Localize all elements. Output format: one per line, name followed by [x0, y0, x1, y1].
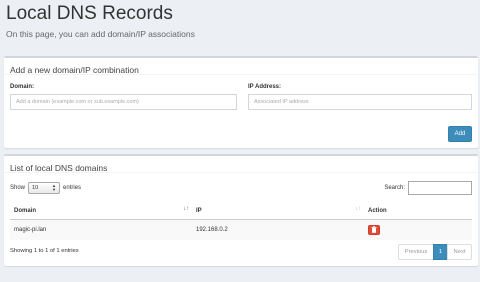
search-label: Search:	[384, 185, 405, 191]
column-header-domain-label: Domain	[14, 207, 37, 214]
dns-list-title: List of local DNS domains	[10, 163, 108, 173]
show-label: Show	[10, 185, 26, 191]
column-header-ip[interactable]: IP ↓↑	[192, 203, 364, 220]
column-header-ip-label: IP	[196, 207, 202, 214]
pagination-page-1[interactable]: 1	[433, 244, 448, 260]
dns-list-header: List of local DNS domains	[4, 156, 478, 173]
cell-action	[364, 218, 472, 240]
domain-input[interactable]	[10, 94, 237, 110]
table-info: Showing 1 to 1 of 1 entries	[10, 248, 79, 254]
column-header-action-label: Action	[368, 207, 387, 214]
ip-label: IP Address:	[248, 84, 282, 90]
entries-label: entries	[63, 185, 82, 191]
entries-select-value: 10	[32, 185, 39, 191]
trash-icon	[371, 226, 377, 233]
ip-input[interactable]	[248, 94, 472, 110]
length-control: Show 10 ▲ ▼ entries	[10, 182, 81, 194]
page-title: Local DNS Records	[6, 3, 173, 24]
pagination-previous[interactable]: Previous	[398, 244, 434, 260]
add-record-title: Add a new domain/IP combination	[10, 65, 139, 75]
table-header-row: Domain ↓↑ IP ↓↑ Action	[10, 203, 472, 220]
cell-domain: magic-pi.lan	[10, 218, 192, 240]
sort-alpha-icon: ↓↑	[183, 206, 189, 212]
domain-label: Domain:	[10, 84, 34, 90]
add-button[interactable]: Add	[448, 126, 472, 142]
dns-table: Domain ↓↑ IP ↓↑ Action magic-pi.lan 192.…	[10, 203, 472, 240]
entries-select[interactable]: 10 ▲ ▼	[28, 182, 61, 194]
cell-ip: 192.168.0.2	[192, 218, 364, 240]
pagination-next[interactable]: Next	[447, 244, 472, 260]
column-header-domain[interactable]: Domain ↓↑	[10, 203, 192, 220]
add-record-box: Add a new domain/IP combination Domain: …	[4, 56, 478, 148]
search-input[interactable]	[408, 181, 472, 195]
chevron-down-icon: ▲ ▼	[52, 183, 57, 192]
sort-icon: ↓↑	[355, 206, 361, 212]
column-header-action: Action	[364, 203, 472, 220]
add-record-header: Add a new domain/IP combination	[4, 58, 478, 75]
delete-button[interactable]	[368, 224, 380, 235]
table-row: magic-pi.lan 192.168.0.2	[10, 218, 472, 240]
search-control: Search:	[384, 181, 472, 195]
page-subtitle: On this page, you can add domain/IP asso…	[6, 29, 195, 39]
pagination: Previous 1 Next	[398, 244, 472, 260]
dns-list-box: List of local DNS domains Show 10 ▲ ▼ ent…	[4, 154, 478, 266]
